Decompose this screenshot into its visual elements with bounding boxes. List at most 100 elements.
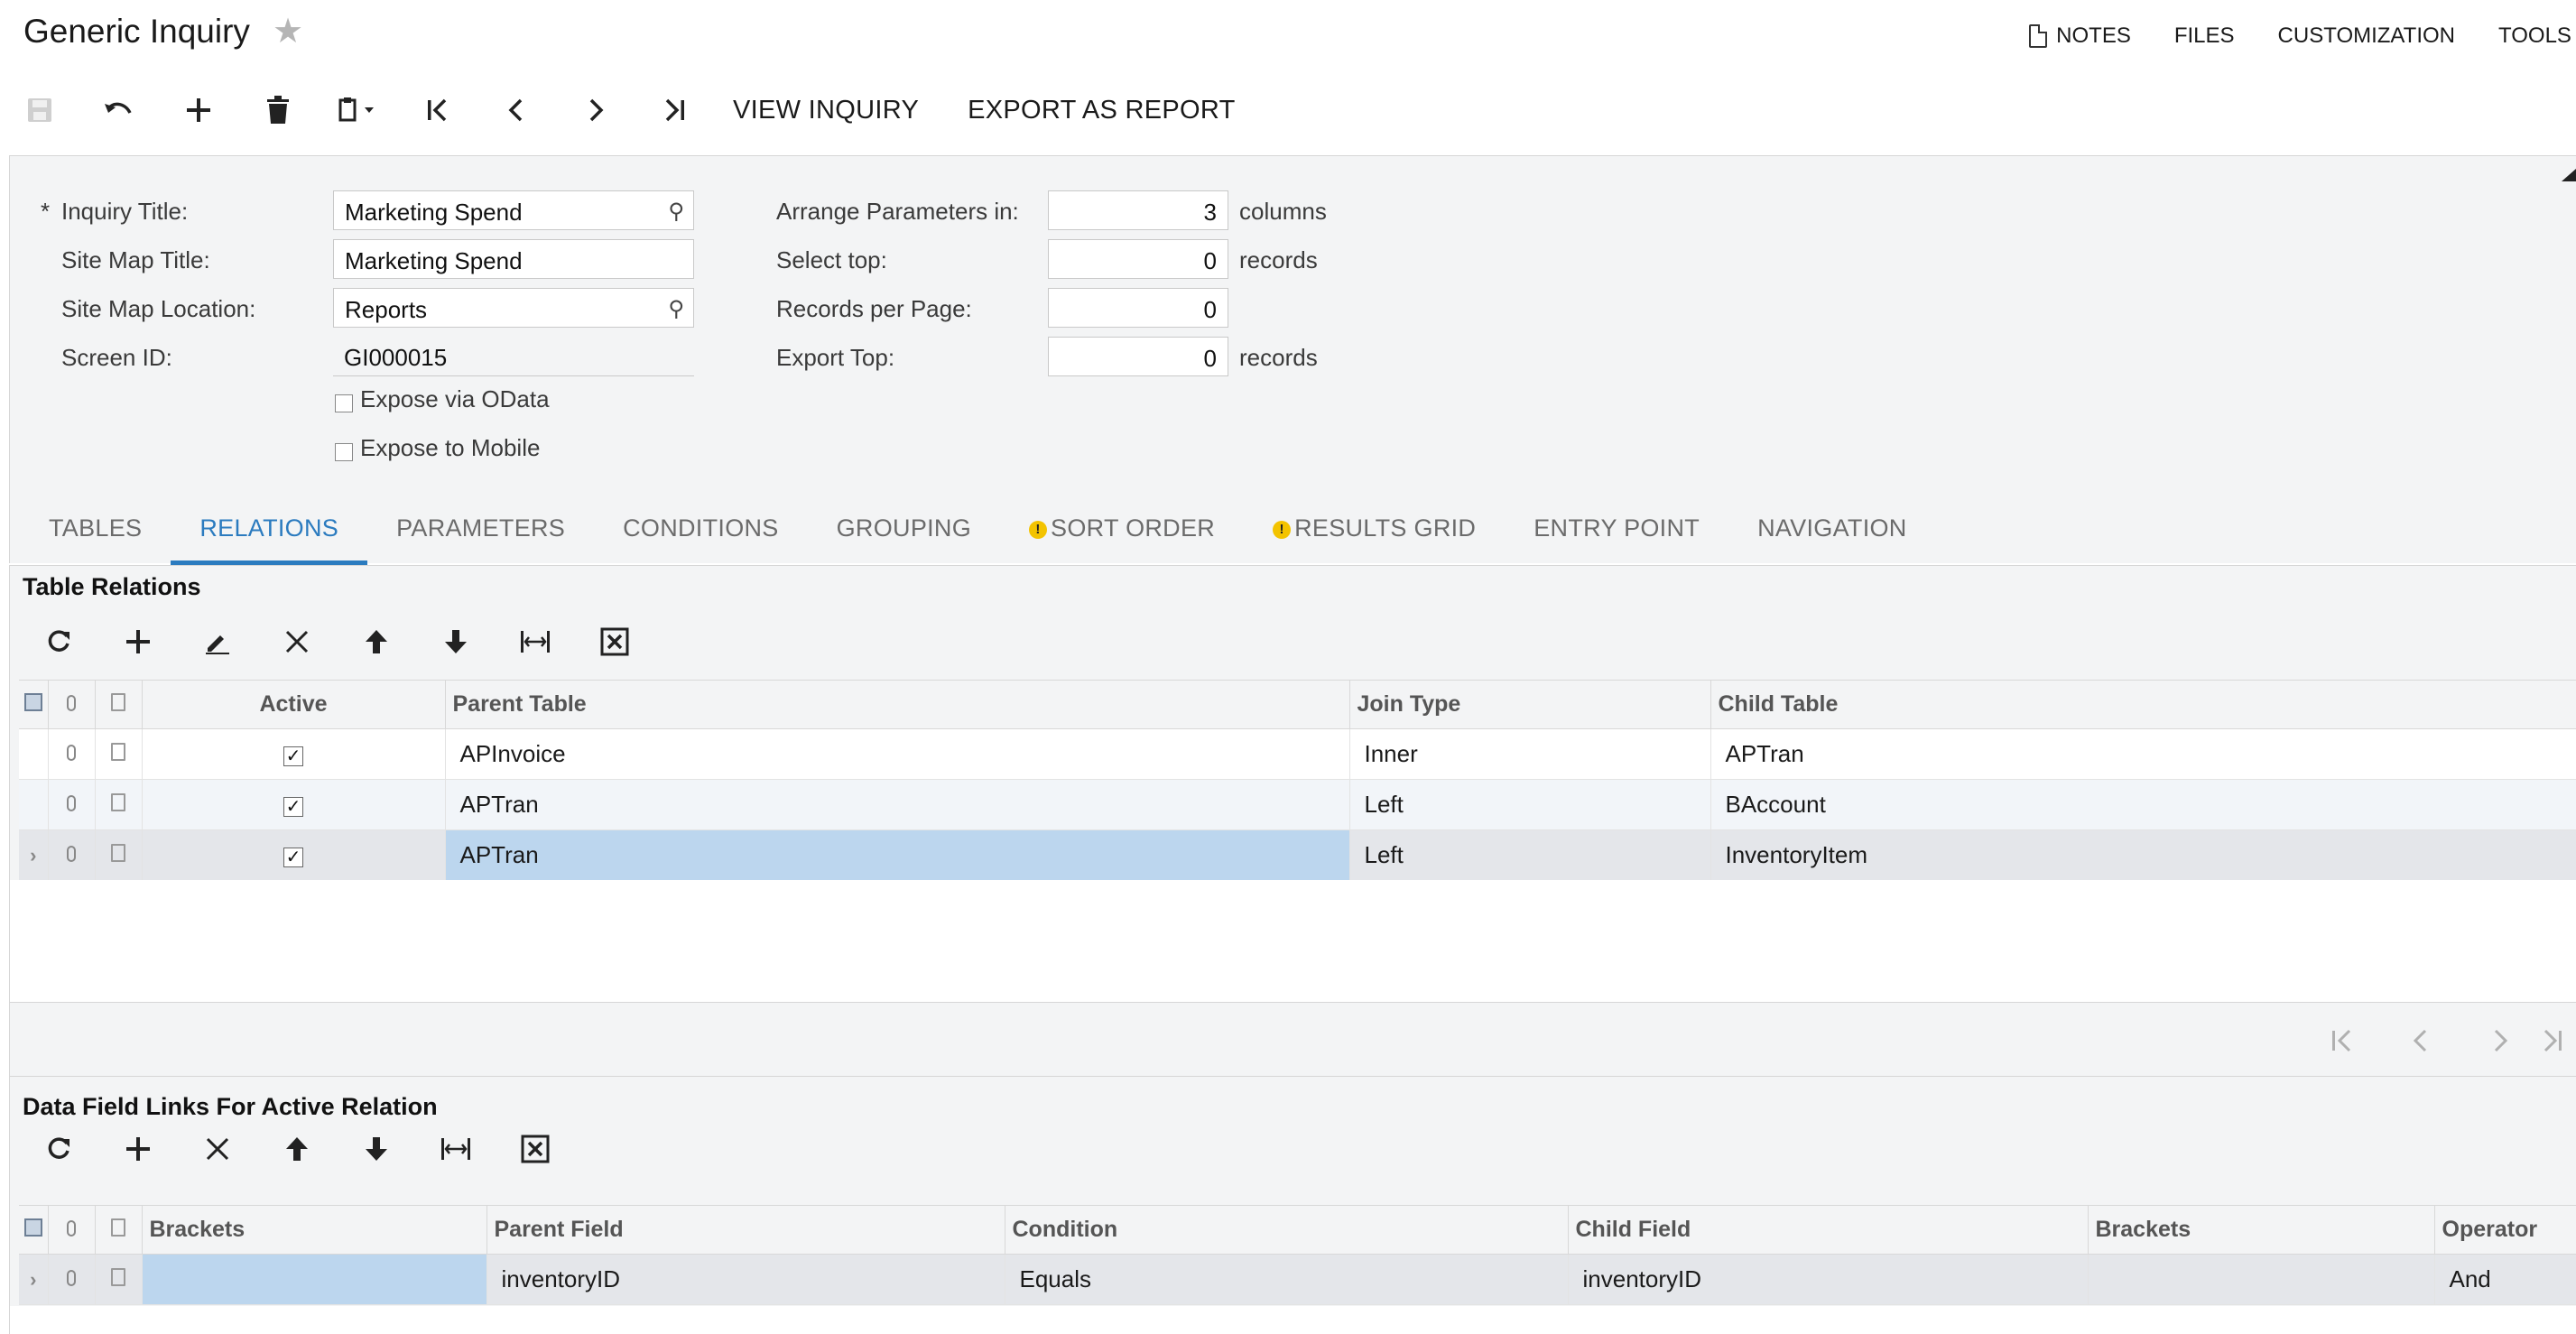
- refresh-icon[interactable]: [19, 615, 98, 669]
- site-map-title-field[interactable]: Marketing Spend: [333, 239, 694, 279]
- undo-icon[interactable]: [79, 83, 159, 137]
- tab-entry-point[interactable]: ENTRY POINT: [1505, 498, 1728, 565]
- active-checkbox[interactable]: ✓: [283, 797, 303, 817]
- export-top-field[interactable]: 0: [1048, 337, 1228, 376]
- search-icon[interactable]: ⚲: [668, 296, 684, 322]
- tools-link[interactable]: TOOLS: [2498, 23, 2576, 49]
- delete-row-icon[interactable]: [178, 1122, 257, 1176]
- child-table-cell[interactable]: APTran: [1710, 728, 2576, 780]
- collapse-toggle-icon[interactable]: [2562, 169, 2576, 181]
- move-down-icon[interactable]: [337, 1122, 416, 1176]
- first-record-icon[interactable]: [397, 83, 477, 137]
- attachment-icon[interactable]: [48, 779, 96, 830]
- move-up-icon[interactable]: [257, 1122, 337, 1176]
- tab-relations[interactable]: RELATIONS: [171, 498, 367, 565]
- column-header-child-table[interactable]: Child Table: [1710, 680, 2576, 729]
- grid-settings-icon[interactable]: [19, 680, 49, 729]
- operator-cell[interactable]: And: [2434, 1254, 2576, 1305]
- column-header-brackets-open[interactable]: Brackets: [142, 1205, 487, 1255]
- previous-record-icon[interactable]: [477, 83, 556, 137]
- refresh-icon[interactable]: [19, 1122, 98, 1176]
- pager-previous-icon[interactable]: [2381, 1014, 2460, 1068]
- active-checkbox[interactable]: ✓: [283, 746, 303, 766]
- child-table-cell[interactable]: InventoryItem: [1710, 829, 2576, 881]
- column-header-operator[interactable]: Operator: [2434, 1205, 2576, 1255]
- tab-parameters[interactable]: PARAMETERS: [367, 498, 594, 565]
- tab-results-grid[interactable]: ! RESULTS GRID: [1244, 498, 1505, 565]
- delete-row-icon[interactable]: [257, 615, 337, 669]
- delete-icon[interactable]: [238, 83, 318, 137]
- brackets-close-cell[interactable]: [2088, 1254, 2435, 1305]
- table-row[interactable]: ✓ APTran Left BAccount: [19, 779, 2576, 830]
- grid-settings-icon[interactable]: [19, 1205, 49, 1255]
- column-header-join-type[interactable]: Join Type: [1349, 680, 1711, 729]
- tab-tables[interactable]: TABLES: [20, 498, 171, 565]
- add-icon[interactable]: [159, 83, 238, 137]
- column-header-parent-table[interactable]: Parent Table: [445, 680, 1350, 729]
- column-header-active[interactable]: Active: [142, 680, 446, 729]
- edit-pencil-icon[interactable]: [178, 615, 257, 669]
- column-header-parent-field[interactable]: Parent Field: [486, 1205, 1005, 1255]
- search-icon[interactable]: ⚲: [668, 199, 684, 225]
- export-excel-icon[interactable]: [496, 1122, 575, 1176]
- join-type-cell[interactable]: Left: [1349, 779, 1711, 830]
- fit-columns-icon[interactable]: [496, 615, 575, 669]
- select-top-field[interactable]: 0: [1048, 239, 1228, 279]
- fit-columns-icon[interactable]: [416, 1122, 496, 1176]
- export-as-report-button[interactable]: EXPORT AS REPORT: [968, 96, 1236, 125]
- column-header-condition[interactable]: Condition: [1005, 1205, 1569, 1255]
- note-icon[interactable]: [95, 728, 143, 780]
- records-per-page-field[interactable]: 0: [1048, 288, 1228, 328]
- active-cell[interactable]: ✓: [142, 728, 446, 780]
- view-inquiry-button[interactable]: VIEW INQUIRY: [733, 96, 919, 125]
- column-header-brackets-close[interactable]: Brackets: [2088, 1205, 2435, 1255]
- move-down-icon[interactable]: [416, 615, 496, 669]
- parent-table-cell[interactable]: APInvoice: [445, 728, 1350, 780]
- customization-link[interactable]: CUSTOMIZATION: [2278, 23, 2455, 49]
- next-record-icon[interactable]: [556, 83, 635, 137]
- table-row[interactable]: › ✓ APTran Left InventoryItem: [19, 829, 2576, 881]
- parent-field-cell[interactable]: inventoryID: [486, 1254, 1005, 1305]
- clipboard-dropdown-icon[interactable]: [318, 83, 397, 137]
- active-cell[interactable]: ✓: [142, 779, 446, 830]
- expose-mobile-checkbox[interactable]: [335, 443, 353, 461]
- add-row-icon[interactable]: [98, 1122, 178, 1176]
- files-link[interactable]: FILES: [2174, 23, 2235, 49]
- note-icon[interactable]: [95, 779, 143, 830]
- condition-cell[interactable]: Equals: [1005, 1254, 1569, 1305]
- notes-link[interactable]: NOTES: [2029, 23, 2131, 49]
- attachment-icon[interactable]: [48, 1254, 96, 1305]
- last-record-icon[interactable]: [635, 83, 715, 137]
- note-icon[interactable]: [95, 829, 143, 881]
- attachment-icon[interactable]: [48, 829, 96, 881]
- export-excel-icon[interactable]: [575, 615, 654, 669]
- brackets-open-cell[interactable]: [142, 1254, 487, 1305]
- active-cell[interactable]: ✓: [142, 829, 446, 881]
- expose-odata-checkbox[interactable]: [335, 394, 353, 412]
- favorite-star-icon[interactable]: ★: [273, 11, 303, 51]
- tab-conditions[interactable]: CONDITIONS: [594, 498, 808, 565]
- parent-table-cell[interactable]: APTran: [445, 829, 1350, 881]
- child-table-cell[interactable]: BAccount: [1710, 779, 2576, 830]
- pager-next-icon[interactable]: [2460, 1014, 2540, 1068]
- inquiry-title-field[interactable]: Marketing Spend ⚲: [333, 190, 694, 230]
- join-type-cell[interactable]: Inner: [1349, 728, 1711, 780]
- attachment-icon[interactable]: [48, 728, 96, 780]
- tab-sort-order[interactable]: ! SORT ORDER: [1000, 498, 1244, 565]
- add-row-icon[interactable]: [98, 615, 178, 669]
- parent-table-cell[interactable]: APTran: [445, 779, 1350, 830]
- note-icon[interactable]: [95, 1254, 143, 1305]
- arrange-parameters-field[interactable]: 3: [1048, 190, 1228, 230]
- join-type-cell[interactable]: Left: [1349, 829, 1711, 881]
- save-icon[interactable]: [0, 83, 79, 137]
- site-map-location-field[interactable]: Reports ⚲: [333, 288, 694, 328]
- table-row[interactable]: ✓ APInvoice Inner APTran: [19, 728, 2576, 780]
- pager-first-icon[interactable]: [2302, 1014, 2381, 1068]
- active-checkbox[interactable]: ✓: [283, 848, 303, 867]
- tab-navigation[interactable]: NAVIGATION: [1728, 498, 1936, 565]
- table-row[interactable]: › inventoryID Equals inventoryID And: [19, 1254, 2576, 1305]
- column-header-child-field[interactable]: Child Field: [1568, 1205, 2089, 1255]
- child-field-cell[interactable]: inventoryID: [1568, 1254, 2089, 1305]
- move-up-icon[interactable]: [337, 615, 416, 669]
- pager-last-icon[interactable]: [2540, 1014, 2576, 1068]
